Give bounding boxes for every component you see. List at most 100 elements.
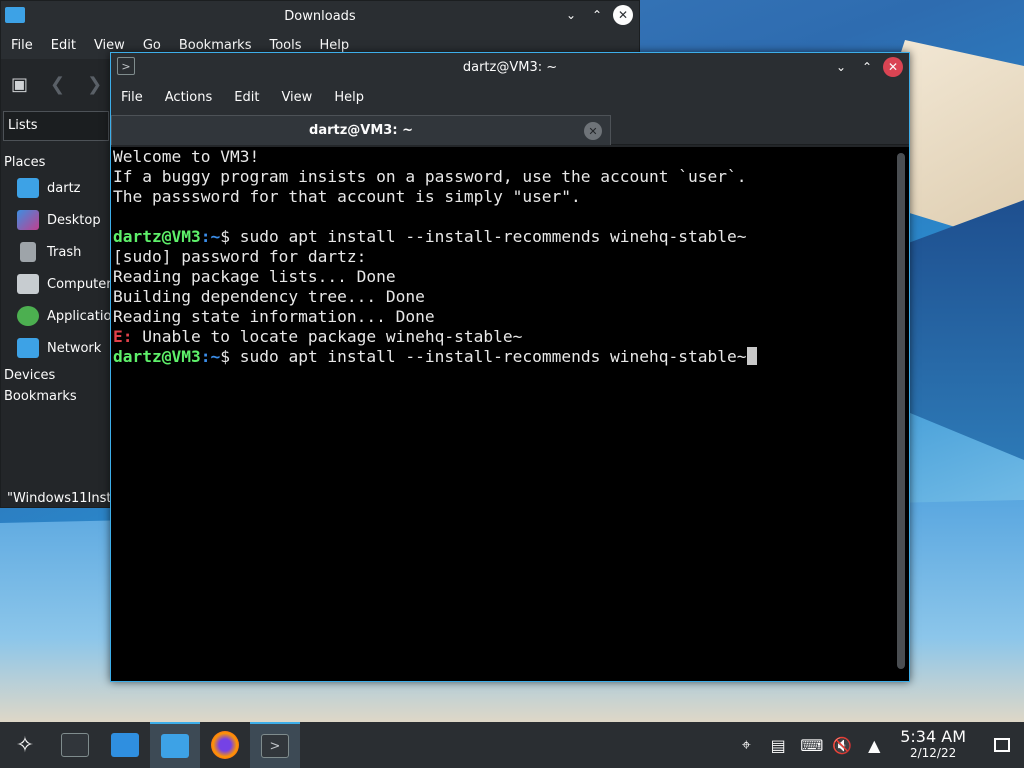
prompt-user: dartz@VM3 bbox=[113, 347, 201, 366]
menu-actions[interactable]: Actions bbox=[159, 90, 219, 105]
tab-label: dartz@VM3: ~ bbox=[309, 123, 413, 138]
place-item-trash[interactable]: Trash bbox=[1, 236, 111, 268]
place-label: Trash bbox=[47, 244, 82, 260]
terminal-line: The passsword for that account is simply… bbox=[113, 187, 581, 206]
back-icon[interactable]: ❮ bbox=[50, 74, 65, 95]
network-folder-icon bbox=[17, 338, 39, 358]
tab-bar: dartz@VM3: ~ ✕ bbox=[111, 113, 909, 145]
minimize-icon[interactable]: ⌄ bbox=[831, 57, 851, 77]
place-item-desktop[interactable]: Desktop bbox=[1, 204, 111, 236]
keyboard-icon[interactable]: ⌨ bbox=[800, 736, 823, 755]
terminal-app-icon: > bbox=[117, 57, 135, 75]
terminal-prompt-line: dartz@VM3:~$ sudo apt install --install-… bbox=[113, 227, 909, 247]
command-input[interactable]: sudo apt install --install-recommends wi… bbox=[240, 347, 747, 366]
computer-icon bbox=[17, 274, 39, 294]
place-item-computer[interactable]: Computer bbox=[1, 268, 111, 300]
place-item-network[interactable]: Network bbox=[1, 332, 111, 364]
terminal-error-line: E: Unable to locate package winehq-stabl… bbox=[113, 327, 909, 347]
error-text: Unable to locate package winehq-stable~ bbox=[132, 327, 523, 346]
prompt-path: :~ bbox=[200, 227, 221, 246]
terminal-line: If a buggy program insists on a password… bbox=[113, 167, 747, 186]
terminal-line: Welcome to VM3! bbox=[113, 147, 260, 166]
taskbar: ✧ > ⌖ ▤ ⌨ 🔇 ▲ 5:34 AM 2/12/22 bbox=[0, 722, 1024, 768]
terminal-line: Reading package lists... Done bbox=[113, 267, 396, 286]
app-launcher-button[interactable]: ✧ bbox=[0, 722, 50, 768]
panel-view-select[interactable]: Lists bbox=[3, 111, 109, 141]
terminal-scrollbar[interactable] bbox=[897, 153, 905, 669]
prompt-symbol: $ bbox=[220, 347, 240, 366]
prompt-path: :~ bbox=[200, 347, 221, 366]
volume-muted-icon[interactable]: 🔇 bbox=[832, 736, 852, 755]
clock-date: 2/12/22 bbox=[909, 746, 957, 760]
discover-task[interactable] bbox=[100, 722, 150, 768]
terminal-icon: > bbox=[261, 734, 289, 758]
launcher-icon: ✧ bbox=[15, 732, 35, 758]
settings-icon bbox=[61, 733, 89, 757]
menu-view[interactable]: View bbox=[275, 90, 318, 105]
place-label: Computer bbox=[47, 276, 111, 292]
terminal-window: > dartz@VM3: ~ ⌄ ⌃ ✕ File Actions Edit V… bbox=[110, 52, 910, 682]
terminal-prompt-line: dartz@VM3:~$ sudo apt install --install-… bbox=[113, 347, 909, 367]
terminal-output[interactable]: Welcome to VM3! If a buggy program insis… bbox=[111, 147, 909, 681]
menu-bookmarks[interactable]: Bookmarks bbox=[173, 38, 258, 53]
menu-view[interactable]: View bbox=[88, 38, 131, 53]
terminal-line: Building dependency tree... Done bbox=[113, 287, 425, 306]
tab-close-icon[interactable]: ✕ bbox=[584, 122, 602, 140]
maximize-icon[interactable]: ⌃ bbox=[587, 5, 607, 25]
new-window-icon[interactable]: ▣ bbox=[11, 74, 28, 95]
prompt-user: dartz@VM3 bbox=[113, 227, 201, 246]
menu-file[interactable]: File bbox=[115, 90, 149, 105]
place-label: Desktop bbox=[47, 212, 101, 228]
close-icon[interactable]: ✕ bbox=[613, 5, 633, 25]
firefox-icon bbox=[211, 731, 239, 759]
clipboard-icon[interactable]: ▤ bbox=[768, 736, 788, 755]
clock-time: 5:34 AM bbox=[900, 727, 966, 746]
menu-edit[interactable]: Edit bbox=[45, 38, 82, 53]
places-panel: Places dartz Desktop Trash Computer Appl… bbox=[1, 151, 111, 406]
status-text: "Windows11Insta bbox=[7, 491, 120, 506]
applications-icon bbox=[17, 306, 39, 326]
menu-edit[interactable]: Edit bbox=[228, 90, 265, 105]
minimize-icon[interactable]: ⌄ bbox=[561, 5, 581, 25]
devices-header[interactable]: Devices bbox=[1, 366, 111, 385]
place-item-applications[interactable]: Applications bbox=[1, 300, 111, 332]
forward-icon[interactable]: ❯ bbox=[87, 74, 102, 95]
folder-icon bbox=[161, 734, 189, 758]
network-icon[interactable]: ⌖ bbox=[736, 735, 756, 755]
system-tray: ⌖ ▤ ⌨ 🔇 ▲ 5:34 AM 2/12/22 bbox=[736, 722, 1024, 768]
menu-go[interactable]: Go bbox=[137, 38, 167, 53]
file-manager-titlebar[interactable]: Downloads ⌄ ⌃ ✕ bbox=[1, 1, 639, 31]
desktop-icon bbox=[17, 210, 39, 230]
place-item-home[interactable]: dartz bbox=[1, 172, 111, 204]
terminal-line: Reading state information... Done bbox=[113, 307, 435, 326]
places-header: Places bbox=[4, 155, 46, 170]
menu-help[interactable]: Help bbox=[314, 38, 356, 53]
terminal-task[interactable]: > bbox=[250, 722, 300, 768]
system-settings-task[interactable] bbox=[50, 722, 100, 768]
terminal-menubar: File Actions Edit View Help bbox=[111, 81, 909, 113]
close-icon[interactable]: ✕ bbox=[883, 57, 903, 77]
maximize-icon[interactable]: ⌃ bbox=[857, 57, 877, 77]
expand-tray-icon[interactable]: ▲ bbox=[864, 736, 884, 755]
terminal-tab[interactable]: dartz@VM3: ~ ✕ bbox=[111, 115, 611, 145]
window-title: Downloads bbox=[284, 8, 356, 24]
clock[interactable]: 5:34 AM 2/12/22 bbox=[900, 729, 966, 761]
file-manager-task[interactable] bbox=[150, 722, 200, 768]
trash-icon bbox=[20, 242, 36, 262]
menu-tools[interactable]: Tools bbox=[263, 38, 307, 53]
place-label: Applications bbox=[47, 308, 111, 324]
menu-file[interactable]: File bbox=[5, 38, 39, 53]
terminal-titlebar[interactable]: > dartz@VM3: ~ ⌄ ⌃ ✕ bbox=[111, 53, 909, 81]
terminal-line: [sudo] password for dartz: bbox=[113, 247, 367, 266]
prompt-symbol: $ bbox=[220, 227, 240, 246]
store-icon bbox=[111, 733, 139, 757]
place-label: Network bbox=[47, 340, 102, 356]
menu-help[interactable]: Help bbox=[328, 90, 370, 105]
show-desktop-icon[interactable] bbox=[994, 738, 1010, 752]
bookmarks-header[interactable]: Bookmarks bbox=[1, 387, 111, 406]
error-prefix: E: bbox=[113, 327, 133, 346]
folder-app-icon bbox=[5, 7, 25, 23]
text-cursor bbox=[746, 347, 757, 365]
firefox-task[interactable] bbox=[200, 722, 250, 768]
